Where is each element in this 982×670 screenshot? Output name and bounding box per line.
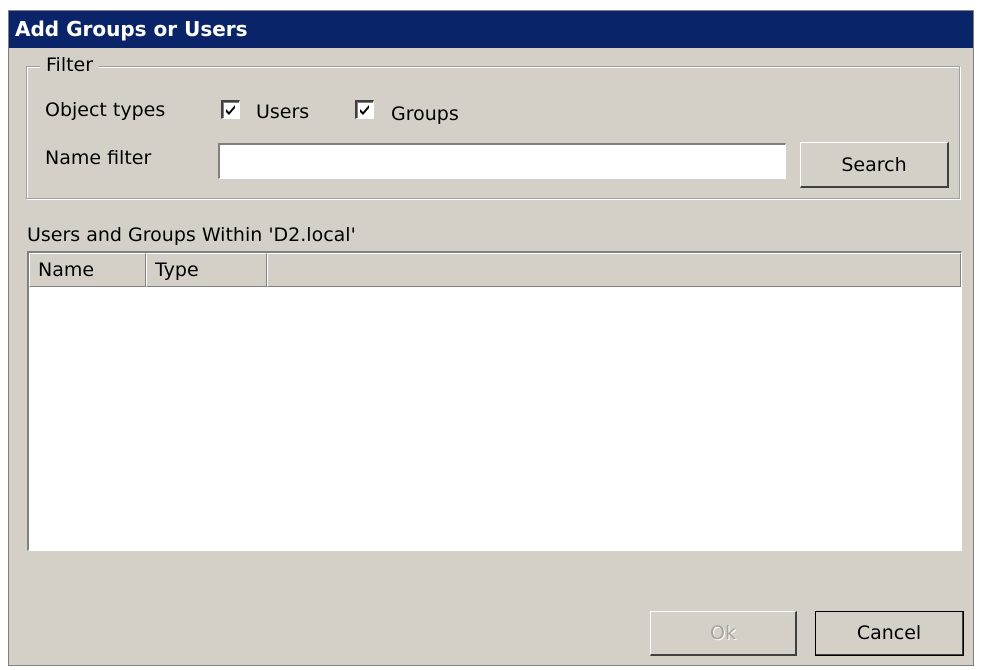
- cancel-button[interactable]: Cancel: [815, 611, 964, 656]
- users-groups-list[interactable]: Name Type: [27, 251, 962, 551]
- column-header-filler: [267, 253, 961, 287]
- users-checkbox[interactable]: [221, 100, 240, 119]
- object-types-label: Object types: [45, 99, 166, 121]
- name-filter-label: Name filter: [45, 147, 152, 169]
- name-filter-input[interactable]: [218, 143, 786, 179]
- users-checkbox-label[interactable]: Users: [256, 100, 309, 124]
- ok-button[interactable]: Ok: [650, 611, 797, 656]
- groups-checkbox[interactable]: [355, 100, 374, 119]
- add-groups-or-users-dialog: Add Groups or Users Filter Object types …: [8, 10, 974, 666]
- groups-checkbox-label[interactable]: Groups: [391, 102, 459, 126]
- checkmark-icon: [360, 105, 369, 115]
- filter-legend: Filter: [40, 54, 100, 76]
- checkmark-icon: [226, 105, 235, 115]
- dialog-title: Add Groups or Users: [9, 11, 973, 48]
- column-header-type[interactable]: Type: [146, 253, 267, 287]
- search-button[interactable]: Search: [800, 142, 949, 188]
- results-label: Users and Groups Within 'D2.local': [27, 224, 356, 246]
- column-header-name[interactable]: Name: [29, 253, 146, 287]
